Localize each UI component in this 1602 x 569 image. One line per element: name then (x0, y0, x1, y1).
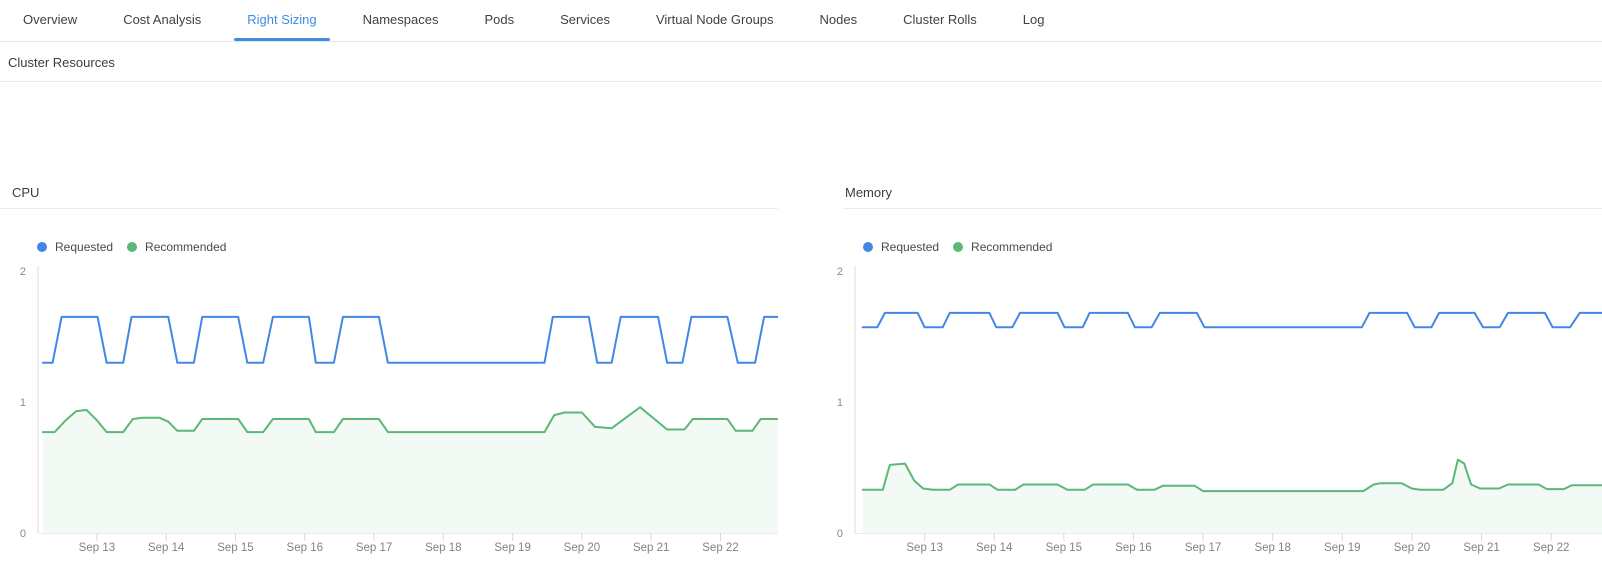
legend-label-requested: Requested (881, 240, 939, 254)
memory-chart-card: Memory RequestedRecommended 012Sep 13Sep… (815, 82, 1602, 489)
svg-text:Sep 15: Sep 15 (1046, 542, 1082, 554)
tab-cluster-rolls[interactable]: Cluster Rolls (880, 0, 1000, 41)
legend-label-recommended: Recommended (145, 240, 226, 254)
svg-text:Sep 18: Sep 18 (1254, 542, 1290, 554)
tab-log[interactable]: Log (1000, 0, 1068, 41)
svg-text:Sep 13: Sep 13 (79, 542, 115, 554)
svg-text:0: 0 (20, 528, 26, 540)
legend-label-recommended: Recommended (971, 240, 1052, 254)
svg-text:Sep 20: Sep 20 (564, 542, 600, 554)
svg-text:1: 1 (837, 397, 843, 409)
right-sizing-page: OverviewCost AnalysisRight SizingNamespa… (0, 0, 1602, 488)
svg-text:Sep 14: Sep 14 (148, 542, 185, 554)
section-title-cluster-resources: Cluster Resources (0, 42, 1602, 82)
svg-text:0: 0 (837, 528, 843, 540)
tab-cost-analysis[interactable]: Cost Analysis (100, 0, 224, 41)
svg-text:Sep 14: Sep 14 (976, 542, 1013, 554)
legend-label-requested: Requested (55, 240, 113, 254)
svg-text:Sep 21: Sep 21 (633, 542, 669, 554)
memory-chart-canvas: 0 1 2 Sep 13 Sep 14 Sep 15 Sep 16 Sep 17 Sep 18 S… (815, 260, 1602, 569)
memory-chart-title: Memory (843, 182, 1602, 209)
tab-overview[interactable]: Overview (0, 0, 100, 41)
tab-nodes[interactable]: Nodes (797, 0, 881, 41)
svg-text:Sep 19: Sep 19 (1324, 542, 1360, 554)
memory-chart-legend: Requested Recommended (815, 234, 1602, 260)
tab-pods[interactable]: Pods (461, 0, 537, 41)
svg-text:Sep 20: Sep 20 (1394, 542, 1430, 554)
svg-text:Sep 17: Sep 17 (1185, 542, 1221, 554)
svg-text:Sep 22: Sep 22 (702, 542, 738, 554)
svg-text:Sep 13: Sep 13 (906, 542, 942, 554)
legend-dot-requested (37, 242, 47, 252)
svg-text:Sep 17: Sep 17 (356, 542, 392, 554)
tab-virtual-node-groups[interactable]: Virtual Node Groups (633, 0, 797, 41)
cpu-chart-title: CPU (0, 182, 778, 209)
active-tab-underline (234, 38, 329, 41)
legend-item-recommended[interactable]: Recommended (127, 240, 226, 254)
charts-row: CPU RequestedRecommended 012Sep 13Sep 14… (0, 82, 1602, 489)
legend-dot-recommended (953, 242, 963, 252)
svg-text:Sep 21: Sep 21 (1463, 542, 1499, 554)
svg-text:Sep 16: Sep 16 (287, 542, 323, 554)
svg-text:Sep 15: Sep 15 (217, 542, 253, 554)
svg-text:Sep 16: Sep 16 (1115, 542, 1151, 554)
svg-text:2: 2 (20, 266, 26, 278)
tab-namespaces[interactable]: Namespaces (340, 0, 462, 41)
legend-dot-recommended (127, 242, 137, 252)
tab-services[interactable]: Services (537, 0, 633, 41)
cpu-chart-card: CPU RequestedRecommended 012Sep 13Sep 14… (0, 82, 778, 489)
svg-text:Sep 18: Sep 18 (425, 542, 461, 554)
legend-item-recommended[interactable]: Recommended (953, 240, 1052, 254)
legend-item-requested[interactable]: Requested (37, 240, 113, 254)
legend-item-requested[interactable]: Requested (863, 240, 939, 254)
svg-text:Sep 19: Sep 19 (494, 542, 530, 554)
tab-right-sizing[interactable]: Right Sizing (224, 0, 339, 41)
legend-dot-requested (863, 242, 873, 252)
svg-text:Sep 22: Sep 22 (1533, 542, 1569, 554)
svg-text:1: 1 (20, 397, 26, 409)
svg-text:2: 2 (837, 266, 843, 278)
cpu-chart-canvas: 0 1 2 Sep 13 Sep 14 Sep 15 Sep 16 Sep 17 Sep 18 S… (0, 260, 778, 569)
cpu-chart-legend: Requested Recommended (0, 234, 778, 260)
tab-bar: OverviewCost AnalysisRight SizingNamespa… (0, 0, 1602, 42)
